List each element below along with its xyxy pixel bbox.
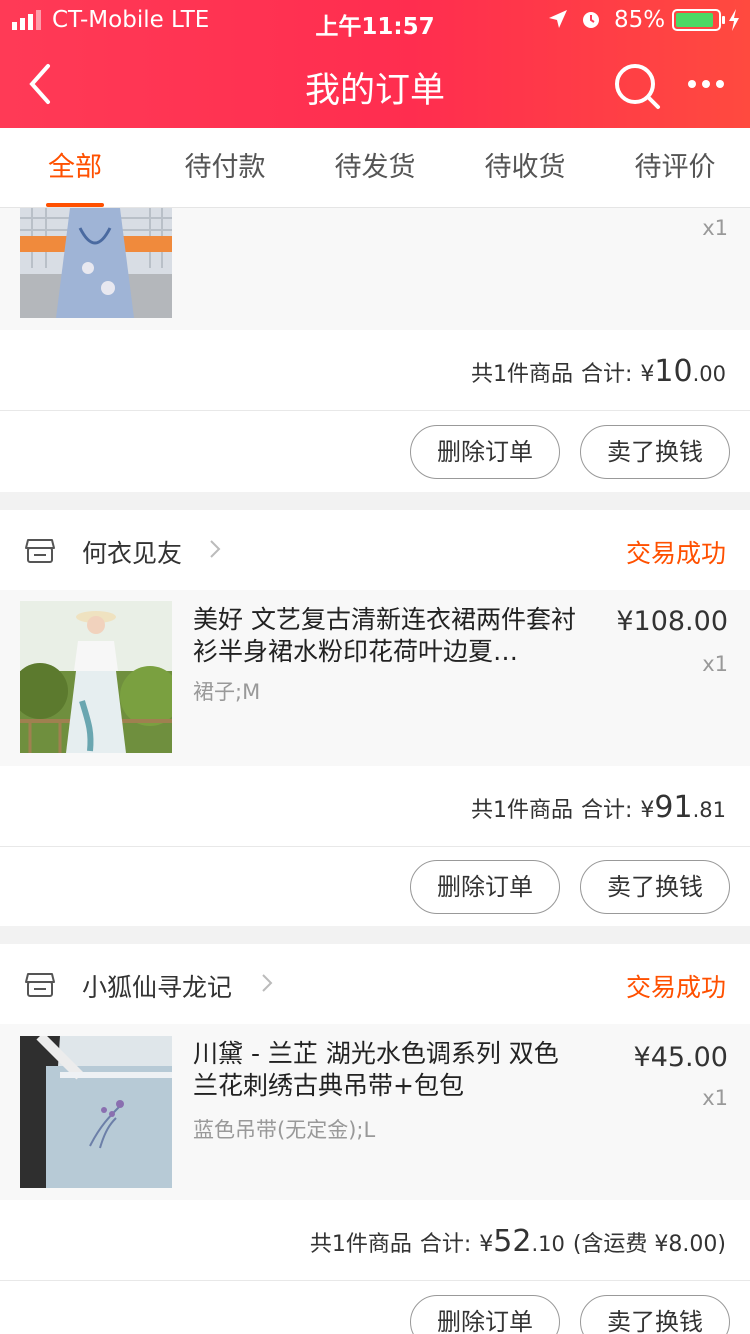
- currency: ¥: [640, 798, 655, 823]
- currency: ¥: [479, 1232, 494, 1257]
- shop-icon: [25, 973, 55, 997]
- order-total: 共1件商品 合计: ¥10.00: [471, 354, 726, 389]
- shop-icon: [25, 539, 55, 563]
- shop-name: 何衣见友: [82, 539, 183, 568]
- tab-pending-shipment[interactable]: 待发货: [300, 128, 450, 207]
- order-summary: 共1件商品 合计: ¥52.10 (含运费 ¥8.00): [0, 1200, 750, 1280]
- order-actions: 删除订单 卖了换钱: [0, 1280, 750, 1334]
- total-decimal: .10: [531, 1232, 565, 1256]
- battery-icon: [672, 9, 725, 31]
- sell-button[interactable]: 卖了换钱: [580, 425, 730, 479]
- order-actions: 删除订单 卖了换钱: [0, 846, 750, 926]
- product-price: ¥108.00: [616, 606, 728, 637]
- header: CT-Mobile LTE 上午11:57 85% 我的订单: [0, 0, 750, 128]
- status-bar: CT-Mobile LTE 上午11:57 85%: [0, 0, 750, 42]
- product-thumbnail: [20, 1036, 172, 1188]
- product-thumbnail: [20, 208, 172, 318]
- location-icon: [549, 10, 567, 28]
- item-quantity: x1: [702, 1086, 728, 1110]
- total-integer: 10: [654, 354, 693, 389]
- charging-icon: [729, 9, 739, 31]
- tab-pending-receipt[interactable]: 待收货: [450, 128, 600, 207]
- total-label: 合计:: [580, 798, 633, 823]
- item-quantity: x1: [702, 216, 728, 240]
- order-summary: 共1件商品 合计: ¥91.81: [0, 766, 750, 846]
- tab-pending-review[interactable]: 待评价: [600, 128, 750, 207]
- order-summary: 共1件商品 合计: ¥10.00: [0, 330, 750, 410]
- order-tabs: 全部 待付款 待发货 待收货 待评价: [0, 128, 750, 208]
- delete-order-button[interactable]: 删除订单: [410, 425, 560, 479]
- product-sku: 蓝色吊带(无定金);L: [193, 1118, 376, 1142]
- total-integer: 91: [654, 790, 693, 825]
- shop-header[interactable]: 小狐仙寻龙记 交易成功: [0, 944, 750, 1024]
- navbar: 我的订单: [0, 44, 750, 128]
- item-count: 共1件商品: [470, 798, 573, 823]
- product-thumbnail: [20, 601, 172, 753]
- order-total: 共1件商品 合计: ¥52.10 (含运费 ¥8.00): [310, 1224, 726, 1259]
- delete-order-button[interactable]: 删除订单: [410, 860, 560, 914]
- total-decimal: .81: [692, 798, 726, 822]
- order-status: 交易成功: [625, 539, 726, 568]
- total-label: 合计:: [419, 1232, 472, 1257]
- sell-button[interactable]: 卖了换钱: [580, 860, 730, 914]
- order-actions: 删除订单 卖了换钱: [0, 410, 750, 492]
- sell-button[interactable]: 卖了换钱: [580, 1295, 730, 1334]
- battery-percent: 85%: [614, 7, 666, 33]
- delete-order-button[interactable]: 删除订单: [410, 1295, 560, 1334]
- search-icon[interactable]: [612, 62, 662, 110]
- tab-pending-payment[interactable]: 待付款: [150, 128, 300, 207]
- order-status: 交易成功: [625, 973, 726, 1002]
- shipping-fee: (含运费 ¥8.00): [572, 1232, 726, 1257]
- item-quantity: x1: [702, 652, 728, 676]
- order-total: 共1件商品 合计: ¥91.81: [471, 790, 726, 825]
- total-integer: 52: [493, 1224, 532, 1259]
- product-price: ¥45.00: [633, 1042, 728, 1073]
- order-item[interactable]: 川黛 - 兰芷 湖光水色调系列 双色兰花刺绣古典吊带+包包 蓝色吊带(无定金);…: [0, 1024, 750, 1200]
- shop-name: 小狐仙寻龙记: [82, 973, 233, 1002]
- product-sku: 裙子;M: [193, 680, 261, 704]
- order-item[interactable]: x1: [0, 208, 750, 330]
- product-title: 美好 文艺复古清新连衣裙两件套衬衫半身裙水粉印花荷叶边夏…: [193, 605, 576, 666]
- shop-header[interactable]: 何衣见友 交易成功: [0, 510, 750, 590]
- order-list: x1 共1件商品 合计: ¥10.00 删除订单 卖了换钱 何衣见友 交易成功: [0, 208, 750, 1334]
- product-title: 川黛 - 兰芷 湖光水色调系列 双色兰花刺绣古典吊带+包包: [193, 1039, 559, 1100]
- item-count: 共1件商品: [470, 362, 573, 387]
- item-count: 共1件商品: [309, 1232, 412, 1257]
- order-item[interactable]: 美好 文艺复古清新连衣裙两件套衬衫半身裙水粉印花荷叶边夏… 裙子;M ¥108.…: [0, 590, 750, 766]
- tab-all[interactable]: 全部: [0, 128, 150, 207]
- more-icon[interactable]: [686, 72, 726, 96]
- total-decimal: .00: [692, 362, 726, 386]
- alarm-icon: [583, 12, 599, 28]
- chevron-right-icon: [210, 540, 221, 558]
- currency: ¥: [640, 362, 655, 387]
- chevron-right-icon: [262, 974, 273, 992]
- total-label: 合计:: [580, 362, 633, 387]
